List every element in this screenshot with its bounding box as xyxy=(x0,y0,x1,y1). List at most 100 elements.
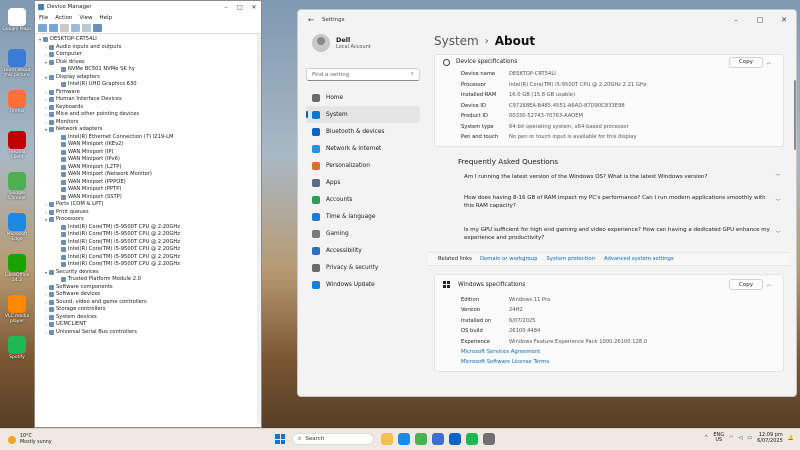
close-button[interactable]: ✕ xyxy=(247,4,261,11)
sidebar-item-system[interactable]: System xyxy=(306,106,420,123)
edge-icon[interactable] xyxy=(398,433,410,445)
chrome-icon[interactable] xyxy=(415,433,427,445)
back-icon[interactable] xyxy=(38,23,47,32)
windows-specs-header[interactable]: Windows specifications Copy ︿ xyxy=(435,275,783,295)
sidebar-item-privacy-security[interactable]: Privacy & security xyxy=(306,259,420,276)
tree-node[interactable]: Intel(R) Core(TM) i5-9500T CPU @ 2.20GHz xyxy=(37,261,261,269)
clock[interactable]: 12:09 pm 6/07/2025 xyxy=(757,432,783,444)
device-specs-header[interactable]: Device specifications Copy ︿ xyxy=(435,55,783,69)
license-link[interactable]: Microsoft Services Agreement xyxy=(435,347,783,357)
faq-item[interactable]: Is my GPU sufficient for high end gaming… xyxy=(428,220,790,248)
settings-scrollbar[interactable] xyxy=(794,80,796,150)
tree-node[interactable]: WAN Miniport (Network Monitor) xyxy=(37,171,261,179)
tree-node[interactable]: Intel(R) Core(TM) i5-9500T CPU @ 2.20GHz xyxy=(37,239,261,247)
file-explorer-icon[interactable] xyxy=(381,433,393,445)
tree-node[interactable]: ▾ Network adapters xyxy=(37,126,261,134)
device-manager-scrollbar[interactable] xyxy=(257,34,261,424)
tree-node[interactable]: › Sound, video and game controllers xyxy=(37,299,261,307)
minimize-button[interactable]: – xyxy=(724,16,748,24)
back-arrow-icon[interactable]: ← xyxy=(308,16,314,24)
wifi-icon[interactable]: ◠ xyxy=(729,435,733,441)
store-icon[interactable] xyxy=(432,433,444,445)
chevron-up-icon[interactable]: ^ xyxy=(704,435,708,441)
tree-node[interactable]: WAN Miniport (IKEv2) xyxy=(37,141,261,149)
scan-hardware-icon[interactable] xyxy=(82,23,91,32)
license-link[interactable]: Microsoft Software License Terms xyxy=(435,357,783,367)
tree-node[interactable]: WAN Miniport (IP) xyxy=(37,149,261,157)
sidebar-item-accessibility[interactable]: Accessibility xyxy=(306,242,420,259)
sidebar-item-network-internet[interactable]: Network & internet xyxy=(306,140,420,157)
tree-node[interactable]: › Mice and other pointing devices xyxy=(37,111,261,119)
tree-node[interactable]: › UCMCLIENT xyxy=(37,321,261,329)
properties-icon[interactable] xyxy=(60,23,69,32)
copy-button[interactable]: Copy xyxy=(729,56,763,68)
weather-widget[interactable]: 10°C Mostly sunny xyxy=(8,434,52,445)
tree-node[interactable]: WAN Miniport (PPTP) xyxy=(37,186,261,194)
monitor-icon[interactable] xyxy=(93,23,102,32)
desktop-icon[interactable]: LibreOffice 24.2 xyxy=(2,254,32,283)
tree-node[interactable]: Intel(R) UHD Graphics 630 xyxy=(37,81,261,89)
tree-node[interactable]: NVMe BC501 NVMe SK hy xyxy=(37,66,261,74)
sidebar-item-bluetooth-devices[interactable]: Bluetooth & devices xyxy=(306,123,420,140)
minimize-button[interactable]: – xyxy=(219,4,233,11)
notification-bell-icon[interactable]: 🔔 xyxy=(788,435,794,441)
copy-button[interactable]: Copy xyxy=(729,279,763,290)
desktop-icon[interactable]: Google Chrome xyxy=(2,172,32,201)
maximize-button[interactable]: □ xyxy=(748,16,772,24)
desktop-icon[interactable]: Firefox xyxy=(2,90,32,114)
close-button[interactable]: ✕ xyxy=(772,16,796,24)
tree-node[interactable]: WAN Miniport (SSTP) xyxy=(37,194,261,202)
tree-node[interactable]: › Software devices xyxy=(37,291,261,299)
tree-node[interactable]: › Ports (COM & LPT) xyxy=(37,201,261,209)
menu-item-help[interactable]: Help xyxy=(100,15,113,21)
tree-node[interactable]: › Storage controllers xyxy=(37,306,261,314)
related-link[interactable]: System protection xyxy=(546,256,595,262)
tree-node[interactable]: Trusted Platform Module 2.0 xyxy=(37,276,261,284)
tree-node[interactable]: ▾ Security devices xyxy=(37,269,261,277)
tree-node[interactable]: › Audio inputs and outputs xyxy=(37,44,261,52)
desktop-icon[interactable]: Spotify xyxy=(2,336,32,360)
tree-node[interactable]: ▾ Display adapters xyxy=(37,74,261,82)
tree-node[interactable]: › Software components xyxy=(37,284,261,292)
menu-item-view[interactable]: View xyxy=(79,15,92,21)
search-input[interactable]: Find a setting ⌕ xyxy=(306,68,420,81)
sidebar-item-windows-update[interactable]: Windows Update xyxy=(306,276,420,293)
tree-node[interactable]: Intel(R) Core(TM) i5-9500T CPU @ 2.20GHz xyxy=(37,231,261,239)
faq-item[interactable]: Am I running the latest version of the W… xyxy=(428,170,790,184)
spotify-icon[interactable] xyxy=(466,433,478,445)
tree-node[interactable]: Intel(R) Core(TM) i5-9500T CPU @ 2.20GHz xyxy=(37,224,261,232)
desktop-icon[interactable]: FileZilla Client xyxy=(2,131,32,160)
sidebar-item-gaming[interactable]: Gaming xyxy=(306,225,420,242)
sidebar-item-home[interactable]: Home xyxy=(306,89,420,106)
tree-node[interactable]: › Monitors xyxy=(37,119,261,127)
outlook-icon[interactable] xyxy=(449,433,461,445)
desktop-icon[interactable]: Learn about this picture xyxy=(2,49,32,78)
tree-node[interactable]: › Universal Serial Bus controllers xyxy=(37,329,261,337)
volume-icon[interactable]: ◁ xyxy=(739,435,743,441)
start-button[interactable] xyxy=(275,434,285,444)
tree-node[interactable]: Intel(R) Core(TM) i5-9500T CPU @ 2.20GHz xyxy=(37,246,261,254)
tree-node[interactable]: WAN Miniport (IPv6) xyxy=(37,156,261,164)
user-account[interactable]: Dell Local Account xyxy=(306,30,420,56)
sidebar-item-time-language[interactable]: Time & language xyxy=(306,208,420,225)
forward-icon[interactable] xyxy=(49,23,58,32)
maximize-button[interactable]: □ xyxy=(233,4,247,11)
breadcrumb-parent[interactable]: System xyxy=(434,34,479,48)
taskbar-search[interactable]: ⌕ Search xyxy=(292,433,374,445)
tree-node[interactable]: ▾ Processors xyxy=(37,216,261,224)
related-link[interactable]: Advanced system settings xyxy=(604,256,674,262)
tree-node[interactable]: ▾ Disk drives xyxy=(37,59,261,67)
battery-icon[interactable]: ▭ xyxy=(747,435,752,441)
desktop-icon[interactable]: Microsoft Edge xyxy=(2,213,32,242)
desktop-icon[interactable]: VLC media player xyxy=(2,295,32,324)
tree-node[interactable]: › System devices xyxy=(37,314,261,322)
related-link[interactable]: Domain or workgroup xyxy=(480,256,538,262)
faq-item[interactable]: How does having 8-16 GB of RAM impact my… xyxy=(428,188,790,216)
tree-node[interactable]: › Print queues xyxy=(37,209,261,217)
chevron-up-icon[interactable]: ︿ xyxy=(763,59,775,66)
menu-item-file[interactable]: File xyxy=(39,15,48,21)
tree-node[interactable]: › Firmware xyxy=(37,89,261,97)
tree-node[interactable]: › Computer xyxy=(37,51,261,59)
tree-node[interactable]: Intel(R) Core(TM) i5-9500T CPU @ 2.20GHz xyxy=(37,254,261,262)
tree-node[interactable]: WAN Miniport (L2TP) xyxy=(37,164,261,172)
